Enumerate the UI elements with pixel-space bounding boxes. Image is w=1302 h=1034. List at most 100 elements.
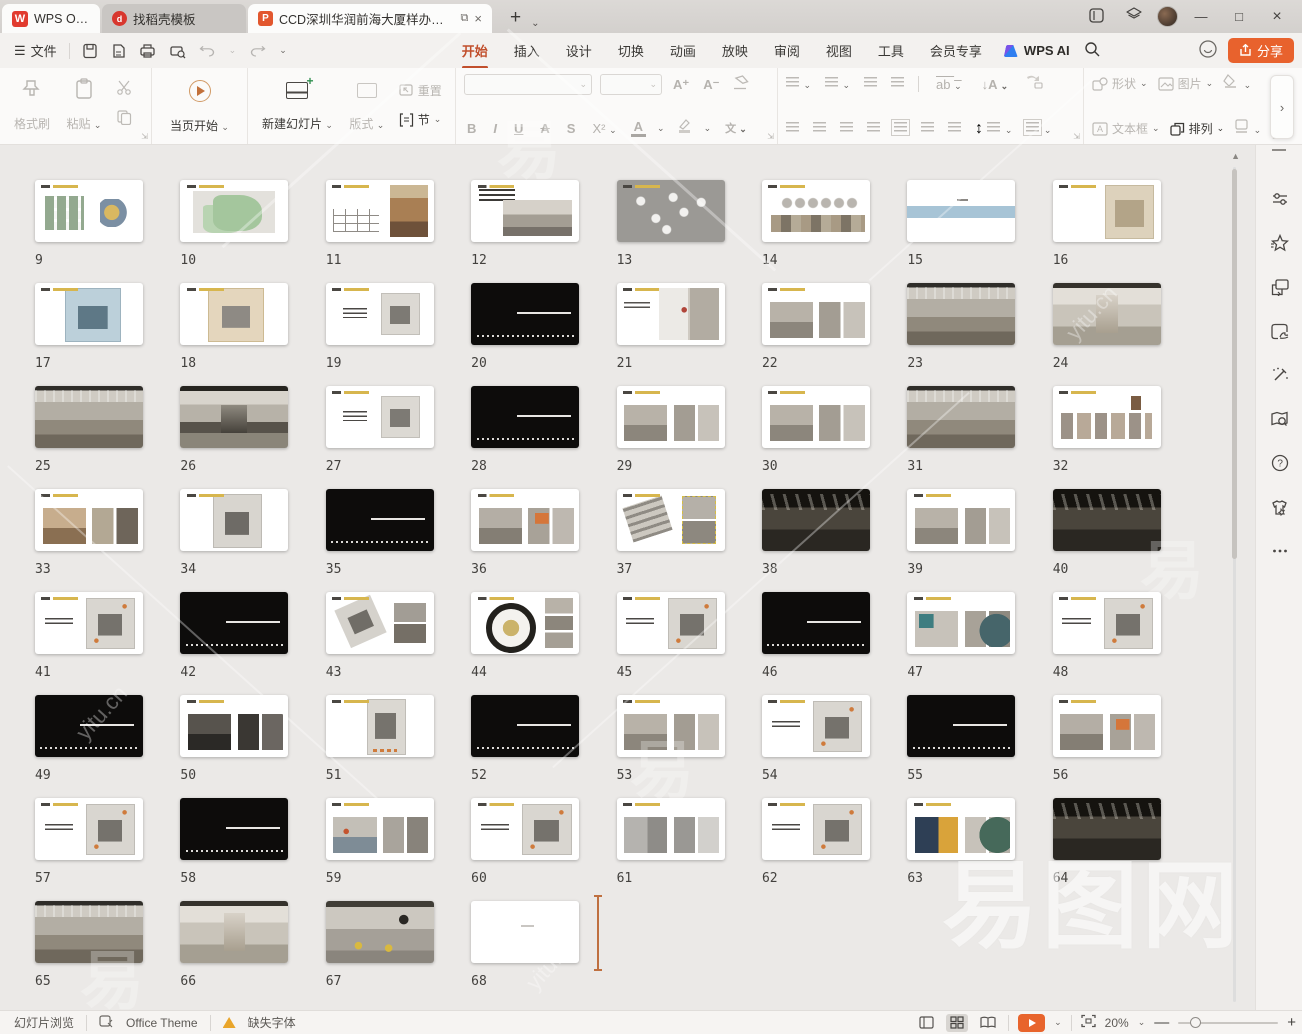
slide-thumbnail[interactable] bbox=[1053, 489, 1161, 551]
magic-wand-icon[interactable] bbox=[1270, 365, 1290, 385]
zoom-slider-track[interactable] bbox=[1178, 1022, 1278, 1024]
slide-thumbnail[interactable] bbox=[326, 386, 434, 448]
slide-thumbnail[interactable] bbox=[35, 283, 143, 345]
clear-format-icon[interactable] bbox=[731, 75, 749, 95]
slide-thumbnail[interactable] bbox=[471, 592, 579, 654]
adjust-sliders-icon[interactable] bbox=[1270, 189, 1290, 209]
layout-button[interactable]: 版式 ⌄ bbox=[343, 74, 390, 136]
slide-thumbnail[interactable] bbox=[1053, 180, 1161, 242]
slide-thumbnail[interactable] bbox=[762, 283, 870, 345]
redo-icon[interactable] bbox=[249, 44, 266, 58]
normal-view-button[interactable] bbox=[915, 1014, 937, 1032]
slide-thumbnail[interactable] bbox=[617, 695, 725, 757]
slide-thumbnail[interactable] bbox=[907, 386, 1015, 448]
slide-thumbnail[interactable] bbox=[326, 180, 434, 242]
menu-tab-插入[interactable]: 插入 bbox=[501, 33, 553, 68]
highlight-color-icon[interactable] bbox=[676, 118, 693, 138]
print-preview-icon[interactable] bbox=[169, 43, 186, 59]
text-direction-icon[interactable]: ab ⌄ bbox=[933, 77, 965, 92]
outline-color-icon[interactable]: ⌄ bbox=[1234, 119, 1261, 138]
slide-thumbnail[interactable] bbox=[35, 901, 143, 963]
slide-thumbnail[interactable] bbox=[762, 798, 870, 860]
arrange-button[interactable]: 排列 ⌄ bbox=[1170, 120, 1225, 137]
decrease-font-icon[interactable]: A⁻ bbox=[700, 77, 722, 93]
bold-icon[interactable]: B bbox=[464, 121, 479, 136]
zoom-chevron-icon[interactable]: ⌄ bbox=[1138, 1017, 1146, 1028]
slide-thumbnail[interactable] bbox=[617, 180, 725, 242]
tab-doc[interactable]: PCCD深圳华润前海大厦样办公空间⧉× bbox=[248, 4, 492, 33]
new-tab-button[interactable]: + bbox=[504, 7, 527, 33]
slide-thumbnail[interactable] bbox=[471, 798, 579, 860]
copy-icon[interactable] bbox=[116, 109, 132, 130]
slide-thumbnail[interactable] bbox=[1053, 592, 1161, 654]
menu-tab-会员专享[interactable]: 会员专享 bbox=[917, 33, 995, 68]
menu-tab-工具[interactable]: 工具 bbox=[865, 33, 917, 68]
increase-font-icon[interactable]: A⁺ bbox=[670, 77, 692, 93]
slide-thumbnail[interactable] bbox=[35, 798, 143, 860]
slide-thumbnail[interactable] bbox=[326, 592, 434, 654]
textbox-button[interactable]: A文本框 ⌄ bbox=[1092, 120, 1160, 137]
paste-button[interactable]: ​粘贴 ⌄ bbox=[60, 74, 107, 136]
reading-view-button[interactable] bbox=[977, 1014, 999, 1032]
play-options-chevron-icon[interactable]: ⌄ bbox=[1054, 1017, 1062, 1028]
scroll-up-arrow-icon[interactable]: ▲ bbox=[1231, 151, 1240, 161]
menu-tab-审阅[interactable]: 审阅 bbox=[761, 33, 813, 68]
slide-thumbnail[interactable] bbox=[907, 592, 1015, 654]
slide-thumbnail[interactable] bbox=[35, 180, 143, 242]
theme-label[interactable]: Office Theme bbox=[126, 1016, 198, 1030]
zoom-in-button[interactable]: + bbox=[1287, 1014, 1296, 1031]
format-painter-button[interactable]: 格式刷 bbox=[8, 74, 56, 136]
slide-thumbnail[interactable] bbox=[617, 489, 725, 551]
tab-docer[interactable]: d找稻壳模板 bbox=[102, 4, 246, 33]
slide-thumbnail[interactable] bbox=[471, 386, 579, 448]
print-icon[interactable] bbox=[139, 43, 156, 59]
slide-thumbnail[interactable] bbox=[180, 901, 288, 963]
sidebar-collapse-dash[interactable] bbox=[1272, 149, 1286, 151]
file-menu-button[interactable]: ☰ 文件 bbox=[0, 41, 69, 60]
paragraph-dialog-launcher-icon[interactable]: ⇲ bbox=[1073, 132, 1080, 141]
picture-button[interactable]: 图片 ⌄ bbox=[1158, 75, 1214, 92]
vertical-text-icon[interactable]: ↓A ⌄ bbox=[979, 77, 1012, 92]
slide-thumbnail[interactable] bbox=[1053, 695, 1161, 757]
decrease-spacing-icon[interactable] bbox=[948, 120, 961, 138]
align-left-icon[interactable] bbox=[786, 120, 799, 138]
menu-tab-动画[interactable]: 动画 bbox=[657, 33, 709, 68]
stack-icon[interactable] bbox=[1119, 7, 1149, 26]
slide-thumbnail[interactable] bbox=[907, 798, 1015, 860]
decrease-indent-icon[interactable] bbox=[864, 75, 877, 93]
font-size-select[interactable]: ⌄ bbox=[600, 74, 662, 95]
pinyin-icon[interactable]: 文 ⌄ bbox=[722, 120, 750, 136]
slide-thumbnail[interactable] bbox=[762, 592, 870, 654]
slide-thumbnail[interactable] bbox=[1053, 283, 1161, 345]
slide-sorter-view-button[interactable] bbox=[946, 1014, 968, 1032]
maximize-button[interactable]: □ bbox=[1224, 9, 1254, 24]
slide-thumbnail[interactable] bbox=[907, 180, 1015, 242]
export-pdf-icon[interactable] bbox=[111, 43, 126, 59]
section-button[interactable]: 节 ⌄ bbox=[399, 111, 442, 128]
slide-thumbnail[interactable] bbox=[180, 592, 288, 654]
cut-icon[interactable] bbox=[116, 80, 132, 100]
shapes-button[interactable]: 形状 ⌄ bbox=[1092, 75, 1148, 92]
slide-thumbnail[interactable] bbox=[180, 489, 288, 551]
slide-thumbnail[interactable] bbox=[326, 798, 434, 860]
italic-icon[interactable]: I bbox=[490, 121, 500, 136]
fit-to-window-icon[interactable] bbox=[1081, 1014, 1096, 1031]
wps-ai-button[interactable]: WPS AI bbox=[1005, 43, 1070, 58]
slide-thumbnail[interactable] bbox=[471, 489, 579, 551]
slide-thumbnail[interactable] bbox=[762, 695, 870, 757]
slide-thumbnail[interactable] bbox=[617, 283, 725, 345]
signature-icon[interactable] bbox=[1270, 321, 1290, 341]
smart-diagram-icon[interactable] bbox=[1025, 74, 1043, 94]
menu-tab-设计[interactable]: 设计 bbox=[553, 33, 605, 68]
slide-thumbnail[interactable] bbox=[762, 180, 870, 242]
shadow-icon[interactable]: S bbox=[564, 121, 579, 136]
close-window-button[interactable]: × bbox=[1262, 8, 1292, 26]
menu-tab-放映[interactable]: 放映 bbox=[709, 33, 761, 68]
menu-tab-切换[interactable]: 切换 bbox=[605, 33, 657, 68]
slide-thumbnail[interactable] bbox=[907, 283, 1015, 345]
slide-thumbnail[interactable] bbox=[617, 592, 725, 654]
zoom-slider-thumb[interactable] bbox=[1190, 1017, 1201, 1028]
detach-window-icon[interactable]: ⧉ bbox=[461, 12, 469, 25]
slide-thumbnail[interactable] bbox=[180, 798, 288, 860]
slide-thumbnail[interactable] bbox=[326, 283, 434, 345]
